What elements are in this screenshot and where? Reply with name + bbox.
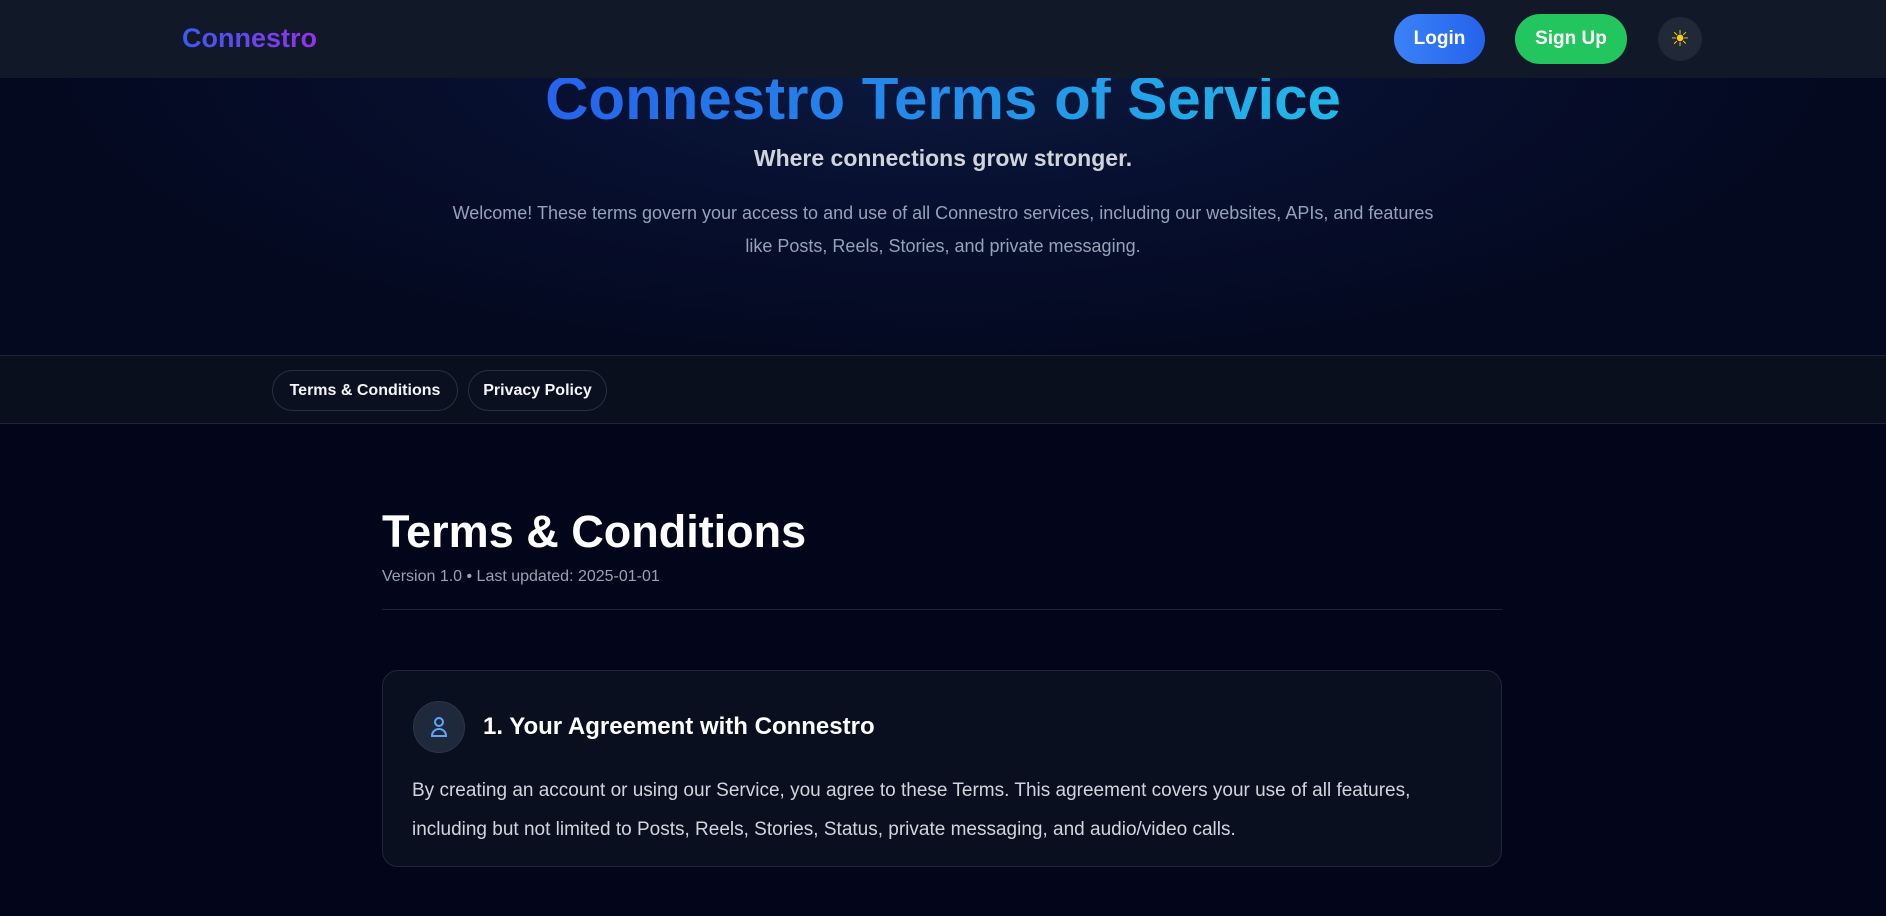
section-heading: 1. Your Agreement with Connestro bbox=[483, 713, 875, 740]
section-card: 1. Your Agreement with Connestro By crea… bbox=[382, 670, 1502, 867]
hero-subtitle: Where connections grow stronger. bbox=[753, 145, 1133, 171]
login-button[interactable]: Login bbox=[1394, 14, 1485, 64]
sun-icon: ☀ bbox=[1670, 26, 1690, 51]
version-info: Version 1.0 • Last updated: 2025-01-01 bbox=[382, 568, 660, 585]
tab-terms[interactable]: Terms & Conditions bbox=[272, 370, 458, 411]
page-title: Terms & Conditions bbox=[382, 506, 807, 557]
tab-privacy[interactable]: Privacy Policy bbox=[468, 370, 607, 411]
tab-bar: Terms & Conditions Privacy Policy bbox=[0, 356, 1886, 424]
signup-button[interactable]: Sign Up bbox=[1515, 14, 1627, 64]
hero-intro: Welcome! These terms govern your access … bbox=[452, 203, 1434, 256]
user-icon bbox=[413, 701, 465, 753]
theme-toggle-button[interactable]: ☀ bbox=[1658, 17, 1702, 61]
divider bbox=[382, 609, 1502, 610]
logo[interactable]: Connestro bbox=[182, 23, 317, 54]
section-body: By creating an account or using our Serv… bbox=[412, 780, 1411, 840]
navbar: Connestro Login Sign Up ☀ bbox=[0, 0, 1886, 78]
